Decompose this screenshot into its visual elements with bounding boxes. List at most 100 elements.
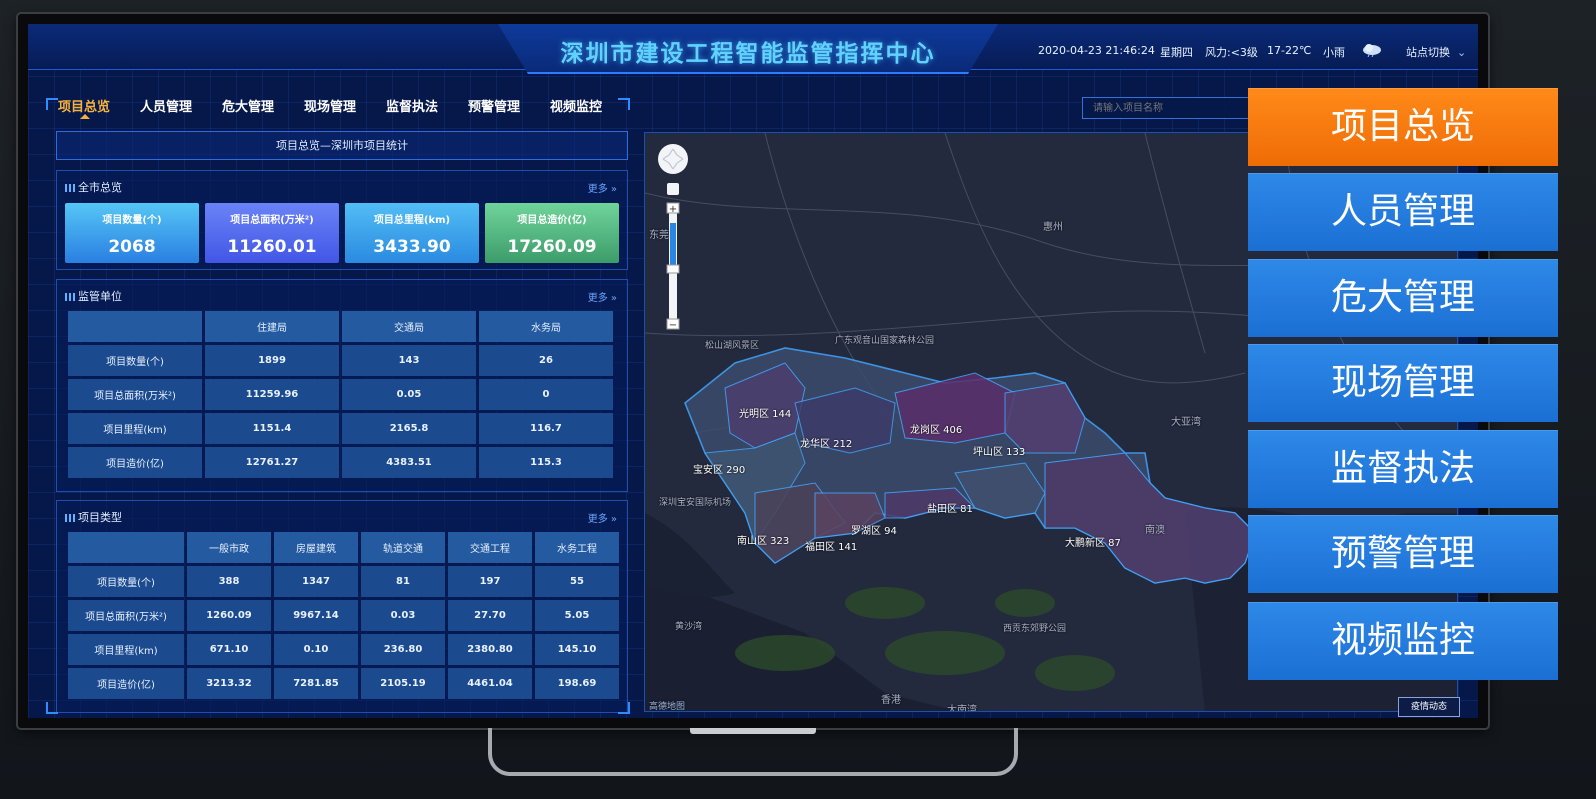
stat-card-value: 2068 [108,237,156,257]
table-cell: 236.80 [361,634,445,665]
stat-card-label: 项目总里程(km) [373,215,451,226]
stat-card-area: 项目总面积(万米²) 11260.01 [205,203,339,263]
table-row-header: 项目数量(个) [68,345,202,376]
types-table: 一般市政 房屋建筑 轨道交通 交通工程 水务工程 项目数量(个) 388 1347 81 197 5… [65,529,622,702]
table-cell: 81 [361,566,445,597]
big-button-site[interactable]: 现场管理 [1248,344,1558,422]
district-label[interactable]: 大鹏新区 87 [1065,534,1121,549]
stat-card-label: 项目总造价(亿) [517,215,587,226]
table-header-cell: 一般市政 [187,532,271,563]
table-cell: 0 [479,379,613,410]
table-row-header: 项目里程(km) [68,413,202,444]
big-button-overview[interactable]: 项目总览 [1248,88,1558,166]
table-row-header: 项目里程(km) [68,634,184,665]
place-label: 松山湖风景区 [705,341,760,351]
big-button-enforcement[interactable]: 监督执法 [1248,430,1558,508]
table-header-cell: 轨道交通 [361,532,445,563]
table-cell: 0.03 [361,600,445,631]
epidemic-news-button[interactable]: 疫情动态 [1398,697,1460,717]
table-cell: 197 [448,566,532,597]
nav-item-overview[interactable]: 项目总览 [58,96,140,119]
big-button-hazard[interactable]: 危大管理 [1248,259,1558,337]
table-cell: 671.10 [187,634,271,665]
district-label[interactable]: 光明区 144 [739,405,791,420]
types-more-link[interactable]: 更多 » [588,510,617,525]
top-nav: 项目总览 人员管理 危大管理 现场管理 监督执法 预警管理 视频监控 [58,96,632,119]
overview-more-link[interactable]: 更多 » [588,180,617,195]
table-cell: 5.05 [535,600,619,631]
site-switch[interactable]: 站点切换 ⌄ [1406,44,1466,60]
stat-card-mileage: 项目总里程(km) 3433.90 [345,203,479,263]
table-cell: 11259.96 [205,379,339,410]
panel-title: 项目总览—深圳市项目统计 [56,131,628,160]
panel-bracket-bottom-left [46,702,58,714]
table-cell: 115.3 [479,447,613,478]
table-cell: 145.10 [535,634,619,665]
place-label: 大南湾 [947,705,977,712]
supervisors-header: 监管单位 [65,288,122,304]
place-label: 广东观音山国家森林公园 [835,336,935,346]
nav-item-personnel[interactable]: 人员管理 [140,96,222,118]
signal-bars-icon [65,184,75,192]
nav-item-enforcement[interactable]: 监督执法 [386,96,468,118]
supervisors-section: 监管单位 更多 » 住建局 交通局 水务局 项目数量(个) 1899 143 26 项目总面积… [56,279,628,492]
stat-card-label: 项目总面积(万米²) [230,215,314,226]
table-cell: 116.7 [479,413,613,444]
svg-text:−: − [669,320,677,331]
table-row: 项目总面积(万米²) 1260.09 9967.14 0.03 27.70 5.05 [68,600,619,631]
types-more-label: 更多 [587,514,608,525]
district-label[interactable]: 坪山区 133 [973,443,1025,458]
table-header-cell: 水务工程 [535,532,619,563]
table-header-cell: 交通局 [342,311,476,342]
chevron-down-icon: ⌄ [1453,46,1467,59]
table-row: 项目里程(km) 671.10 0.10 236.80 2380.80 145.10 [68,634,619,665]
table-row-header: 项目造价(亿) [68,447,202,478]
stat-card-cost: 项目总造价(亿) 17260.09 [485,203,619,263]
table-header-cell: 水务局 [479,311,613,342]
district-label[interactable]: 福田区 141 [805,538,857,553]
place-label: 黄沙湾 [675,622,703,632]
big-button-warning[interactable]: 预警管理 [1248,515,1558,593]
nav-item-site[interactable]: 现场管理 [304,96,386,118]
table-cell: 143 [342,345,476,376]
table-row-header: 项目数量(个) [68,566,184,597]
table-cell: 1151.4 [205,413,339,444]
place-label: 西贡东郊野公园 [1003,624,1067,634]
table-cell: 1899 [205,345,339,376]
district-label[interactable]: 龙岗区 406 [910,421,962,436]
weather-text: 小雨 [1323,46,1345,59]
place-label: 惠州 [1043,222,1063,233]
table-row: 项目造价(亿) 3213.32 7281.85 2105.19 4461.04 198.6… [68,668,619,699]
nav-item-warning[interactable]: 预警管理 [468,96,550,118]
nav-item-video[interactable]: 视频监控 [550,96,632,118]
supervisors-more-link[interactable]: 更多 » [588,289,617,304]
big-button-personnel[interactable]: 人员管理 [1248,173,1558,251]
overview-title: 全市总览 [78,181,122,194]
district-label[interactable]: 南山区 323 [737,532,789,547]
place-label: 深圳宝安国际机场 [659,498,732,508]
table-cell: 3213.32 [187,668,271,699]
table-corner-cell [68,532,184,563]
district-label[interactable]: 盐田区 81 [927,500,973,515]
table-row: 项目数量(个) 388 1347 81 197 55 [68,566,619,597]
district-label[interactable]: 宝安区 290 [693,461,745,476]
table-cell: 2105.19 [361,668,445,699]
nav-item-hazard[interactable]: 危大管理 [222,96,304,118]
district-label[interactable]: 龙华区 212 [800,435,852,450]
big-button-video[interactable]: 视频监控 [1248,602,1558,680]
stat-card-value: 11260.01 [227,237,317,257]
table-row: 项目造价(亿) 12761.27 4383.51 115.3 [68,447,613,478]
table-header-cell: 房屋建筑 [274,532,358,563]
district-label[interactable]: 罗湖区 94 [851,522,897,537]
svg-text:+: + [669,204,677,215]
place-label: 大亚湾 [1171,417,1201,428]
place-label: 香港 [881,695,901,706]
table-row: 项目总面积(万米²) 11259.96 0.05 0 [68,379,613,410]
temperature: 17-22℃ [1267,44,1312,57]
site-switch-label: 站点切换 [1406,46,1450,59]
tv-stand [488,728,1018,776]
nav-bracket-left [46,98,58,110]
stat-card-value: 17260.09 [507,237,597,257]
supervisors-more-label: 更多 [587,293,608,304]
types-header: 项目类型 [65,509,122,525]
